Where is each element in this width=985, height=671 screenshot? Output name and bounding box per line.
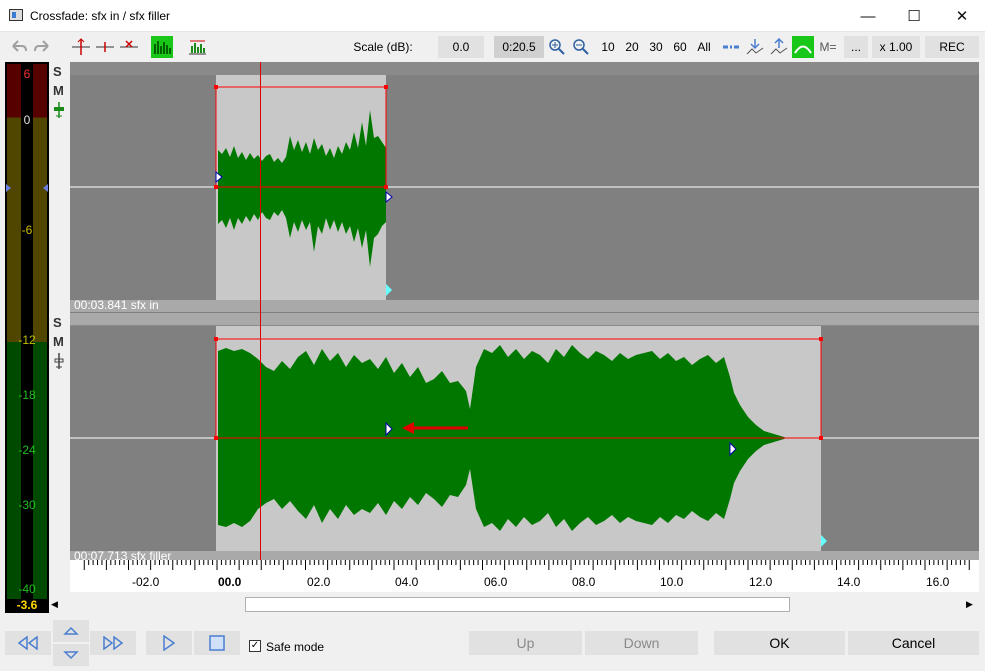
ok-button[interactable]: OK — [714, 631, 845, 655]
window-title: Crossfade: sfx in / sfx filler — [30, 9, 171, 23]
meter-right-channel — [33, 64, 47, 599]
title-bar: Crossfade: sfx in / sfx filler — ☐ ✕ — [0, 0, 985, 32]
meter-level-value: -3.6 — [16, 598, 38, 612]
chevron-down-icon — [63, 651, 79, 660]
split-x-icon[interactable] — [118, 36, 140, 58]
down-button[interactable]: Down — [585, 631, 698, 655]
zoom-preset-20[interactable]: 20 — [621, 36, 643, 58]
rewind-icon — [17, 636, 38, 650]
ruler-label: 16.0 — [926, 575, 950, 589]
level-meter: 6 0 -6 -12 -18 -24 -30 -40 -3.6 — [5, 62, 49, 613]
meter-label: 0 — [23, 113, 31, 127]
solo-button-track-1[interactable]: S — [53, 64, 62, 79]
play-button[interactable] — [146, 631, 192, 655]
rewind-button[interactable] — [5, 631, 51, 655]
scroll-left-icon[interactable]: ◀ — [51, 599, 58, 610]
safe-mode-checkbox[interactable]: ✓ — [249, 640, 261, 652]
m-equals-button[interactable]: M= — [817, 36, 839, 58]
mute-button-track-2[interactable]: M — [53, 334, 64, 349]
playhead-cursor[interactable] — [260, 62, 261, 592]
split-mid-icon[interactable] — [94, 36, 116, 58]
scroll-right-icon[interactable]: ▶ — [966, 599, 973, 610]
meter-label: -40 — [18, 582, 36, 596]
meter-label: -6 — [21, 223, 33, 237]
rec-button[interactable]: REC — [925, 36, 979, 58]
zoom-value-field[interactable]: 0:20.5 — [494, 36, 544, 58]
up-button[interactable]: Up — [469, 631, 582, 655]
nudge-up-button[interactable] — [53, 620, 89, 642]
track-2-waveform — [70, 337, 979, 547]
meter-left-marker-icon — [6, 184, 11, 192]
ruler-label: 14.0 — [837, 575, 861, 589]
ruler-label: 08.0 — [572, 575, 596, 589]
solo-button-track-2[interactable]: S — [53, 315, 62, 330]
meter-label: 6 — [23, 67, 31, 81]
zoom-preset-all[interactable]: All — [692, 36, 716, 58]
speed-field[interactable]: x 1.00 — [872, 36, 920, 58]
minimize-button[interactable]: — — [845, 0, 891, 32]
ruler-label: 06.0 — [484, 575, 508, 589]
app-icon — [9, 9, 23, 21]
play-icon — [163, 635, 176, 651]
undo-icon[interactable] — [7, 36, 29, 58]
scale-value-field[interactable]: 0.0 — [438, 36, 484, 58]
meter-label: -30 — [18, 498, 36, 512]
zoom-out-icon[interactable] — [569, 36, 591, 58]
volume-icon-track-1[interactable] — [53, 101, 65, 122]
ruler-label: 00.0 — [218, 575, 242, 589]
redo-icon[interactable] — [32, 36, 54, 58]
zoom-preset-60[interactable]: 60 — [669, 36, 691, 58]
zoom-in-icon[interactable] — [545, 36, 567, 58]
horizontal-scrollbar[interactable]: ◀ ▶ — [49, 596, 979, 613]
close-button[interactable]: ✕ — [939, 0, 985, 32]
spectrum-icon[interactable] — [186, 36, 208, 58]
more-button[interactable]: ... — [844, 36, 868, 58]
nudge-down-button[interactable] — [53, 644, 89, 666]
stop-button[interactable] — [194, 631, 240, 655]
cancel-button[interactable]: Cancel — [848, 631, 979, 655]
zoom-preset-30[interactable]: 30 — [645, 36, 667, 58]
meter-label: -24 — [18, 443, 36, 457]
fade-curve-icon[interactable] — [792, 36, 814, 58]
marker-down-icon[interactable] — [744, 36, 766, 58]
ruler-ticks — [83, 560, 970, 570]
scale-label: Scale (dB): — [353, 40, 413, 54]
marker-up-icon[interactable] — [768, 36, 790, 58]
timeline-ruler[interactable]: -02.0 00.0 02.0 04.0 06.0 08.0 10.0 12.0… — [70, 560, 979, 592]
scroll-thumb[interactable] — [245, 597, 790, 612]
chevron-up-icon — [63, 626, 79, 635]
track-1-waveform — [70, 85, 979, 296]
ruler-label: 04.0 — [395, 575, 419, 589]
loop-icon[interactable] — [720, 36, 742, 58]
ruler-label: 02.0 — [307, 575, 331, 589]
fast-forward-button[interactable] — [90, 631, 136, 655]
meter-left-channel — [7, 64, 21, 599]
meter-right-marker-icon — [43, 184, 48, 192]
split-up-icon[interactable] — [70, 36, 92, 58]
volume-icon-track-2[interactable] — [53, 352, 65, 373]
safe-mode-label: Safe mode — [266, 640, 325, 654]
ruler-label: -02.0 — [132, 575, 160, 589]
ruler-label: 10.0 — [660, 575, 684, 589]
zoom-preset-10[interactable]: 10 — [597, 36, 619, 58]
stop-icon — [209, 635, 225, 651]
ruler-label: 12.0 — [749, 575, 773, 589]
waveform-view-icon[interactable] — [151, 36, 173, 58]
track-control-strip — [49, 62, 70, 552]
maximize-button[interactable]: ☐ — [891, 0, 937, 32]
meter-label: -12 — [18, 333, 36, 347]
mute-button-track-1[interactable]: M — [53, 83, 64, 98]
meter-label: -18 — [18, 388, 36, 402]
fast-forward-icon — [103, 636, 124, 650]
